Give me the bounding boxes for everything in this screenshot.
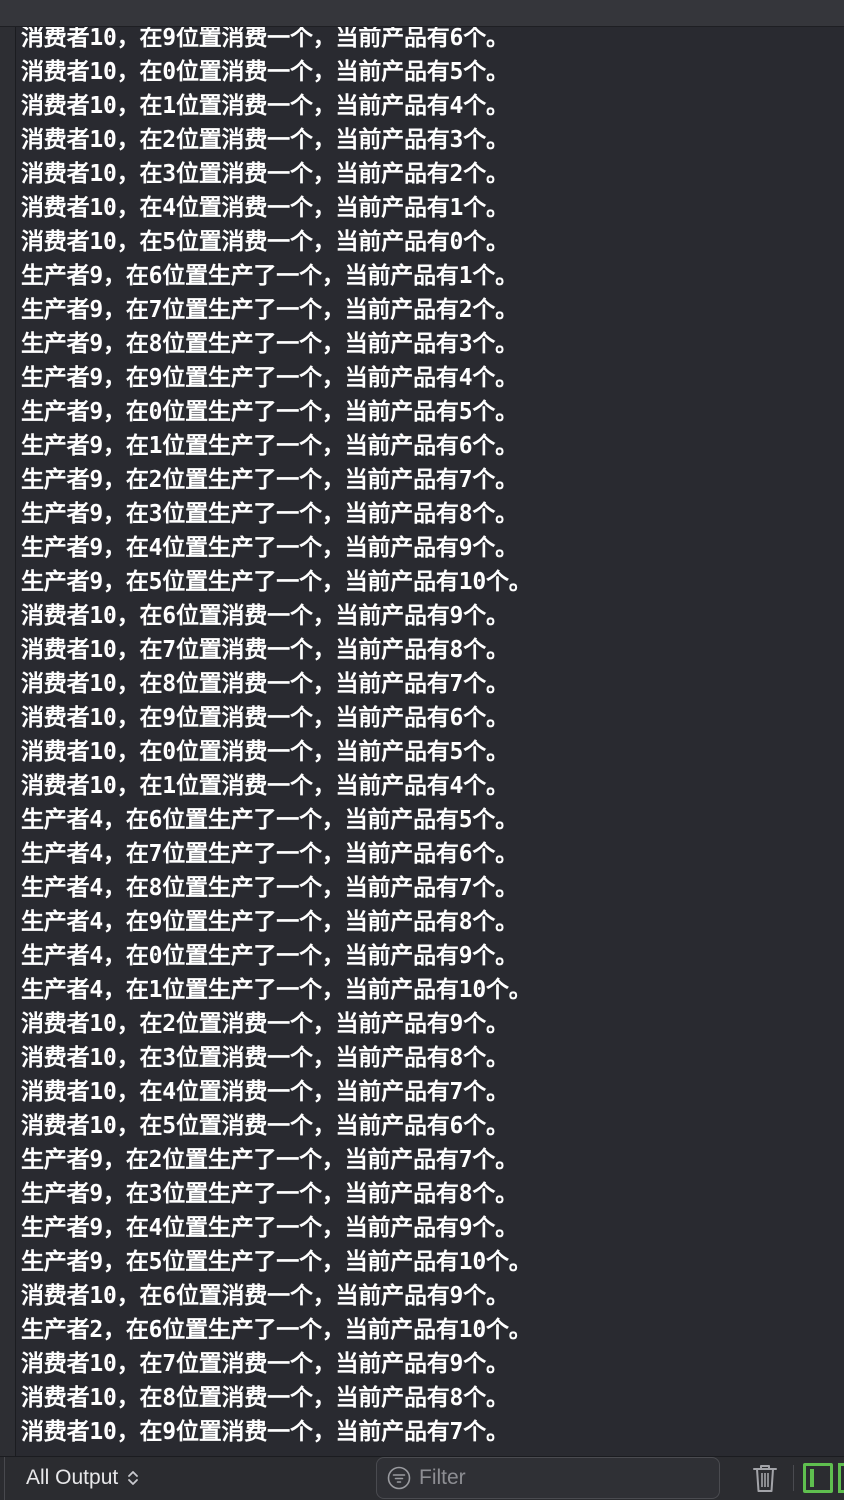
top-bar — [0, 0, 844, 27]
log-line: 消费者10，在5位置消费一个，当前产品有0个。 — [21, 229, 509, 255]
log-line: 消费者10，在5位置消费一个，当前产品有6个。 — [21, 1113, 509, 1139]
log-line: 消费者10，在1位置消费一个，当前产品有4个。 — [21, 773, 509, 799]
chevron-updown-icon — [128, 1471, 139, 1485]
output-scope-label: All Output — [26, 1466, 119, 1489]
log-line: 生产者9，在0位置生产了一个，当前产品有5个。 — [21, 399, 518, 425]
log-line: 生产者9，在1位置生产了一个，当前产品有6个。 — [21, 433, 518, 459]
log-line: 消费者10，在2位置消费一个，当前产品有9个。 — [21, 1011, 509, 1037]
left-gutter — [0, 27, 16, 1456]
log-line: 生产者9，在2位置生产了一个，当前产品有7个。 — [21, 1147, 518, 1173]
log-line: 消费者10，在9位置消费一个，当前产品有7个。 — [21, 1419, 509, 1445]
log-line: 消费者10，在7位置消费一个，当前产品有9个。 — [21, 1351, 509, 1377]
log-line: 生产者4，在9位置生产了一个，当前产品有8个。 — [21, 909, 518, 935]
log-line: 生产者4，在0位置生产了一个，当前产品有9个。 — [21, 943, 518, 969]
filter-field[interactable] — [376, 1457, 720, 1499]
filter-input[interactable] — [419, 1466, 699, 1490]
log-line: 消费者10，在7位置消费一个，当前产品有8个。 — [21, 637, 509, 663]
log-line: 生产者4，在7位置生产了一个，当前产品有6个。 — [21, 841, 518, 867]
log-line: 生产者4，在1位置生产了一个，当前产品有10个。 — [21, 977, 532, 1003]
log-line: 生产者4，在8位置生产了一个，当前产品有7个。 — [21, 875, 518, 901]
log-line: 生产者9，在5位置生产了一个，当前产品有10个。 — [21, 569, 532, 595]
log-line: 消费者10，在4位置消费一个，当前产品有1个。 — [21, 195, 509, 221]
log-line: 生产者9，在2位置生产了一个，当前产品有7个。 — [21, 467, 518, 493]
log-line: 消费者10，在0位置消费一个，当前产品有5个。 — [21, 739, 509, 765]
bottom-bar-edge — [0, 1457, 5, 1500]
log-line: 消费者10，在0位置消费一个，当前产品有5个。 — [21, 59, 509, 85]
trash-icon[interactable] — [750, 1462, 780, 1494]
log-line: 消费者10，在3位置消费一个，当前产品有2个。 — [21, 161, 509, 187]
log-line: 消费者10，在9位置消费一个，当前产品有6个。 — [21, 27, 509, 51]
log-line: 消费者10，在4位置消费一个，当前产品有7个。 — [21, 1079, 509, 1105]
log-line: 生产者2，在6位置生产了一个，当前产品有10个。 — [21, 1317, 532, 1343]
filter-icon — [387, 1466, 411, 1490]
panel-toggle-icon-secondary[interactable] — [838, 1463, 844, 1493]
log-line: 生产者9，在5位置生产了一个，当前产品有10个。 — [21, 1249, 532, 1275]
debug-bottom-bar: All Output — [0, 1456, 844, 1500]
log-line: 消费者10，在1位置消费一个，当前产品有4个。 — [21, 93, 509, 119]
log-line: 生产者9，在7位置生产了一个，当前产品有2个。 — [21, 297, 518, 323]
log-line: 消费者10，在8位置消费一个，当前产品有8个。 — [21, 1385, 509, 1411]
log-line: 生产者9，在8位置生产了一个，当前产品有3个。 — [21, 331, 518, 357]
output-scope-selector[interactable]: All Output — [26, 1463, 140, 1493]
log-line: 生产者9，在4位置生产了一个，当前产品有9个。 — [21, 535, 518, 561]
log-line: 生产者9，在9位置生产了一个，当前产品有4个。 — [21, 365, 518, 391]
log-line: 消费者10，在6位置消费一个，当前产品有9个。 — [21, 1283, 509, 1309]
console-output[interactable]: 消费者10，在9位置消费一个，当前产品有6个。 消费者10，在0位置消费一个，当前… — [16, 27, 844, 1456]
console-lines: 消费者10，在9位置消费一个，当前产品有6个。 消费者10，在0位置消费一个，当前… — [21, 27, 532, 1449]
log-line: 生产者4，在6位置生产了一个，当前产品有5个。 — [21, 807, 518, 833]
log-line: 消费者10，在8位置消费一个，当前产品有7个。 — [21, 671, 509, 697]
log-line: 生产者9，在6位置生产了一个，当前产品有1个。 — [21, 263, 518, 289]
log-line: 生产者9，在3位置生产了一个，当前产品有8个。 — [21, 501, 518, 527]
log-line: 消费者10，在6位置消费一个，当前产品有9个。 — [21, 603, 509, 629]
panel-toggle-icon[interactable] — [803, 1463, 833, 1493]
toolbar-divider — [793, 1465, 794, 1491]
log-line: 消费者10，在9位置消费一个，当前产品有6个。 — [21, 705, 509, 731]
log-line: 消费者10，在2位置消费一个，当前产品有3个。 — [21, 127, 509, 153]
log-line: 生产者9，在4位置生产了一个，当前产品有9个。 — [21, 1215, 518, 1241]
log-line: 生产者9，在3位置生产了一个，当前产品有8个。 — [21, 1181, 518, 1207]
log-line: 消费者10，在3位置消费一个，当前产品有8个。 — [21, 1045, 509, 1071]
